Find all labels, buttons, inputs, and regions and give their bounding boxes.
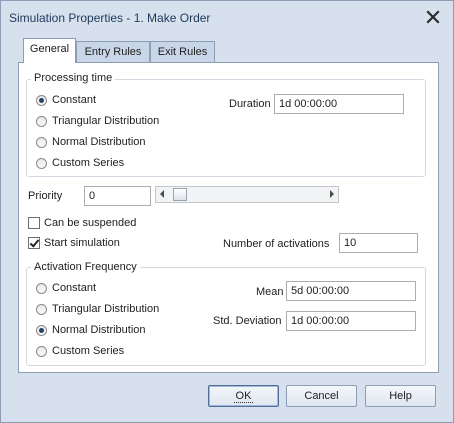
window-title: Simulation Properties - 1. Make Order [9,11,211,25]
ok-button[interactable]: OK [208,385,279,407]
radio-icon [36,282,47,294]
checkbox-checked-icon [28,237,40,249]
processing-radio-custom[interactable]: Custom Series [36,155,124,171]
slider-thumb[interactable] [173,188,187,201]
start-simulation-checkbox[interactable]: Start simulation [28,235,120,251]
activation-radio-normal[interactable]: Normal Distribution [36,322,146,338]
radio-icon [36,324,47,336]
radio-icon [36,115,47,127]
radio-icon [36,303,47,315]
close-icon[interactable] [425,9,441,25]
activation-radio-custom[interactable]: Custom Series [36,343,124,359]
activation-radio-triangular[interactable]: Triangular Distribution [36,301,159,317]
radio-icon [36,157,47,169]
std-deviation-input[interactable]: 1d 00:00:00 [286,311,416,331]
dialog-window: Simulation Properties - 1. Make Order Ge… [0,0,454,423]
activation-radio-constant[interactable]: Constant [36,280,96,296]
help-button[interactable]: Help [365,385,436,407]
tab-general[interactable]: General [23,38,76,63]
cancel-button[interactable]: Cancel [286,385,357,407]
title-bar[interactable]: Simulation Properties - 1. Make Order [1,1,453,35]
processing-radio-constant[interactable]: Constant [36,92,96,108]
priority-slider[interactable] [155,186,339,203]
duration-label: Duration [229,98,271,110]
activations-label: Number of activations [223,238,330,250]
tab-entry-rules[interactable]: Entry Rules [76,41,150,63]
processing-radio-normal[interactable]: Normal Distribution [36,134,146,150]
checkbox-icon [28,217,40,229]
activations-input[interactable]: 10 [339,233,418,253]
std-deviation-label: Std. Deviation [213,315,282,327]
duration-input[interactable]: 1d 00:00:00 [274,94,404,114]
mean-label: Mean [256,286,284,298]
radio-icon [36,94,47,106]
priority-label: Priority [28,190,63,202]
processing-radio-triangular[interactable]: Triangular Distribution [36,113,159,129]
processing-time-legend: Processing time [31,72,116,84]
can-be-suspended-checkbox[interactable]: Can be suspended [28,215,136,231]
radio-icon [36,345,47,357]
tab-exit-rules[interactable]: Exit Rules [150,41,215,63]
slider-left-arrow-icon[interactable] [160,190,164,198]
activation-frequency-legend: Activation Frequency [31,261,140,273]
slider-right-arrow-icon[interactable] [330,190,334,198]
priority-input[interactable]: 0 [84,186,151,206]
mean-input[interactable]: 5d 00:00:00 [286,281,416,301]
radio-icon [36,136,47,148]
